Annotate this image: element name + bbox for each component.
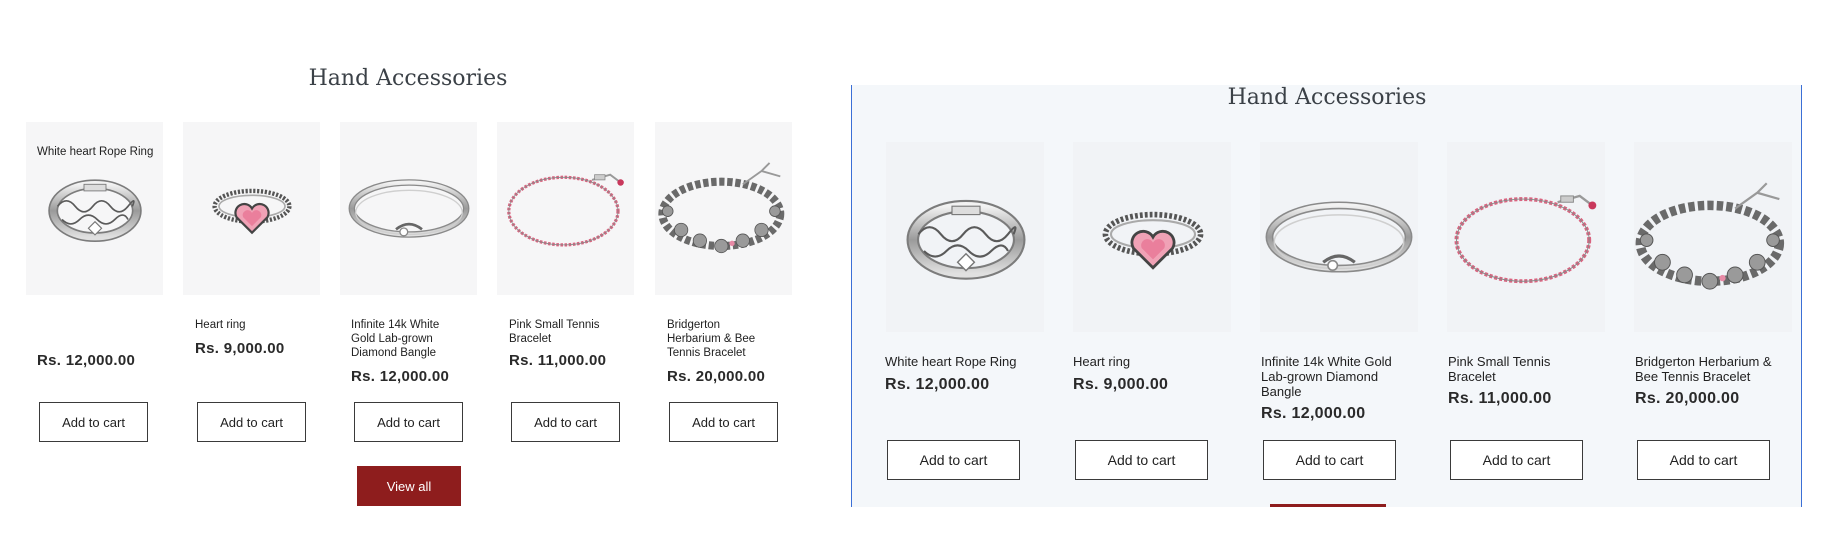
add-to-cart-button[interactable]: Add to cart	[1263, 440, 1396, 480]
tennis-bracelet-image	[506, 172, 626, 247]
product-name[interactable]: Infinite 14k White Gold Lab-grown Diamon…	[351, 318, 463, 360]
heart-ring-image	[1073, 142, 1231, 332]
product-card[interactable]: Pink Small Tennis Bracelet Rs. 11,000.00…	[497, 122, 634, 442]
product-card[interactable]: Bridgerton Herbarium & Bee Tennis Bracel…	[1634, 142, 1792, 480]
product-price: Rs. 20,000.00	[667, 368, 766, 385]
product-price: Rs. 9,000.00	[1073, 376, 1169, 393]
product-image[interactable]	[886, 142, 1044, 332]
product-name[interactable]: Bridgerton Herbarium & Bee Tennis Bracel…	[1635, 354, 1780, 384]
product-price: Rs. 20,000.00	[1635, 390, 1740, 407]
add-to-cart-button[interactable]: Add to cart	[1637, 440, 1770, 480]
product-name[interactable]: Pink Small Tennis Bracelet	[509, 318, 621, 346]
product-name[interactable]: Heart ring	[195, 318, 313, 332]
add-to-cart-button[interactable]: Add to cart	[887, 440, 1020, 480]
product-image[interactable]	[1260, 142, 1418, 332]
view-all-button[interactable]: View all	[357, 466, 461, 506]
bangle-image	[1260, 142, 1418, 332]
product-card[interactable]: Heart ring Rs. 9,000.00 Add to cart	[1073, 142, 1231, 480]
add-to-cart-button[interactable]: Add to cart	[1450, 440, 1583, 480]
product-name[interactable]: Bridgerton Herbarium & Bee Tennis Bracel…	[667, 318, 767, 360]
add-to-cart-button[interactable]: Add to cart	[354, 402, 463, 442]
product-name[interactable]: Pink Small Tennis Bracelet	[1448, 354, 1578, 384]
right-section: Hand Accessories White heart Rope Ring R…	[851, 85, 1802, 507]
add-to-cart-button[interactable]: Add to cart	[1075, 440, 1208, 480]
product-price: Rs. 12,000.00	[885, 376, 990, 393]
product-name[interactable]: White heart Rope Ring	[37, 145, 155, 159]
product-card[interactable]: White heart Rope Ring Rs. 12,000.00 Add …	[26, 122, 163, 442]
product-card[interactable]: Heart ring Rs. 9,000.00 Add to cart	[183, 122, 320, 442]
product-card[interactable]: Bridgerton Herbarium & Bee Tennis Bracel…	[655, 122, 792, 442]
product-card[interactable]: White heart Rope Ring Rs. 12,000.00 Add …	[885, 142, 1044, 480]
section-title: Hand Accessories	[308, 66, 508, 91]
add-to-cart-button[interactable]: Add to cart	[197, 402, 306, 442]
product-name[interactable]: Heart ring	[1073, 354, 1233, 369]
product-image[interactable]	[1447, 142, 1605, 332]
product-name[interactable]: White heart Rope Ring	[885, 354, 1055, 369]
add-to-cart-button[interactable]: Add to cart	[511, 402, 620, 442]
rope-ring-image	[886, 142, 1044, 332]
bangle-image	[340, 122, 477, 295]
product-image[interactable]	[497, 122, 634, 295]
product-price: Rs. 12,000.00	[1261, 405, 1366, 422]
product-price: Rs. 12,000.00	[37, 352, 136, 369]
product-card[interactable]: Pink Small Tennis Bracelet Rs. 11,000.00…	[1447, 142, 1605, 480]
herbarium-bracelet-image	[1634, 142, 1792, 332]
product-price: Rs. 11,000.00	[509, 352, 607, 369]
product-image[interactable]	[183, 122, 320, 295]
view-all-button-edge[interactable]	[1270, 504, 1386, 507]
add-to-cart-button[interactable]: Add to cart	[669, 402, 778, 442]
product-image[interactable]	[340, 122, 477, 295]
product-card[interactable]: Infinite 14k White Gold Lab-grown Diamon…	[1260, 142, 1418, 480]
product-card[interactable]: Infinite 14k White Gold Lab-grown Diamon…	[340, 122, 477, 442]
tennis-bracelet-image	[1454, 193, 1599, 284]
product-image[interactable]	[1634, 142, 1792, 332]
product-name[interactable]: Infinite 14k White Gold Lab-grown Diamon…	[1261, 354, 1421, 399]
add-to-cart-button[interactable]: Add to cart	[39, 402, 148, 442]
product-price: Rs. 12,000.00	[351, 368, 450, 385]
product-image[interactable]	[1073, 142, 1231, 332]
product-price: Rs. 11,000.00	[1448, 390, 1552, 407]
section-title: Hand Accessories	[1227, 85, 1427, 110]
heart-ring-image	[183, 122, 320, 295]
product-image[interactable]	[655, 122, 792, 295]
herbarium-bracelet-image	[655, 122, 792, 295]
product-price: Rs. 9,000.00	[195, 340, 285, 357]
